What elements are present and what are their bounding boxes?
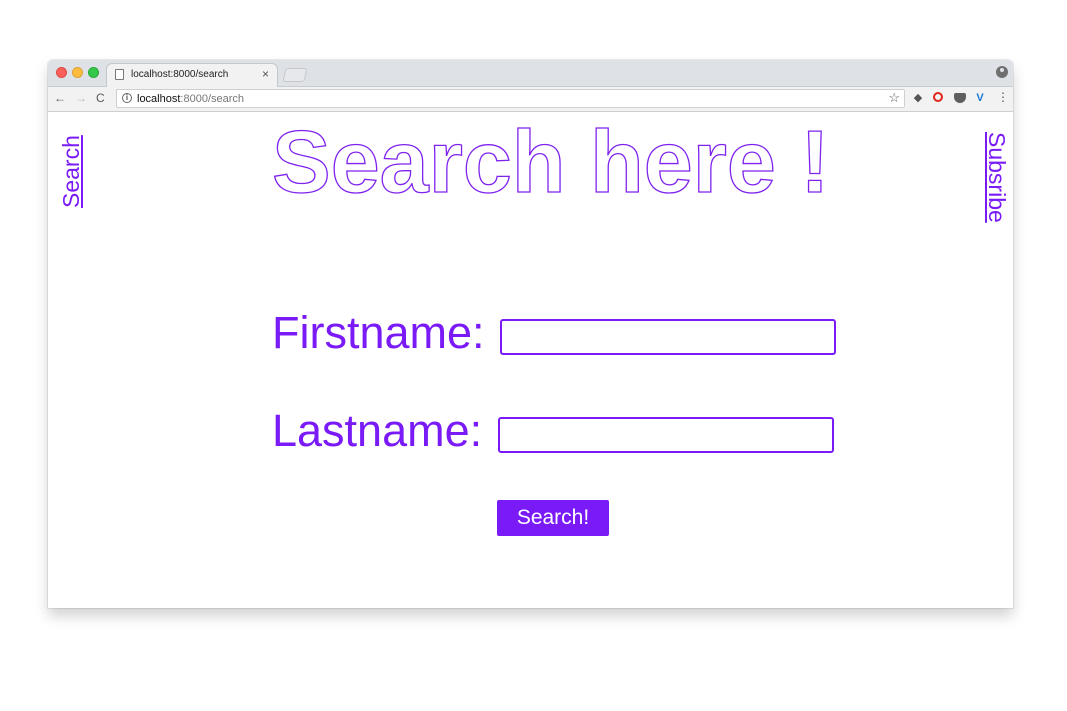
url-path: :8000/search bbox=[180, 93, 245, 105]
lastname-label: Lastname: bbox=[272, 405, 483, 456]
info-icon[interactable]: i bbox=[122, 93, 132, 103]
vivaldi-icon[interactable]: V bbox=[974, 92, 986, 104]
star-icon[interactable]: ☆ bbox=[888, 90, 900, 106]
page-content: Search Subsribe Search here ! Firstname:… bbox=[48, 112, 1013, 608]
firstname-field[interactable] bbox=[500, 319, 836, 355]
page-title: Search here ! bbox=[271, 112, 830, 211]
profile-icon[interactable] bbox=[996, 66, 1008, 78]
title-bar: localhost:8000/search × bbox=[48, 60, 1013, 87]
reload-button[interactable]: C bbox=[96, 91, 105, 105]
document-icon bbox=[115, 69, 124, 80]
tab-title: localhost:8000/search bbox=[131, 69, 229, 80]
address-bar[interactable]: i localhost:8000/search ☆ bbox=[116, 89, 905, 108]
minimize-window-button[interactable] bbox=[72, 67, 83, 78]
tab-localhost-search[interactable]: localhost:8000/search × bbox=[106, 63, 278, 87]
lastname-field[interactable] bbox=[498, 417, 834, 453]
pocket-icon[interactable] bbox=[954, 93, 966, 103]
browser-window: localhost:8000/search × ← → C i localhos… bbox=[48, 60, 1013, 608]
forward-button[interactable]: → bbox=[75, 91, 87, 105]
search-button[interactable]: Search! bbox=[497, 500, 609, 536]
nav-link-search[interactable]: Search bbox=[58, 135, 84, 208]
url-host: localhost bbox=[137, 93, 181, 105]
menu-icon[interactable]: ⋮ bbox=[997, 90, 1009, 104]
close-window-button[interactable] bbox=[56, 67, 67, 78]
firstname-label: Firstname: bbox=[272, 307, 485, 358]
extension-icon[interactable]: ◆ bbox=[912, 92, 924, 104]
new-tab-button[interactable] bbox=[282, 68, 308, 82]
browser-toolbar: ← → C i localhost:8000/search ☆ ◆ V ⋮ bbox=[48, 87, 1013, 112]
back-button[interactable]: ← bbox=[54, 91, 66, 105]
close-icon[interactable]: × bbox=[262, 67, 269, 81]
maximize-window-button[interactable] bbox=[88, 67, 99, 78]
opera-icon[interactable] bbox=[933, 92, 943, 102]
url-text: localhost:8000/search bbox=[137, 93, 244, 105]
nav-link-subscribe[interactable]: Subsribe bbox=[984, 132, 1010, 223]
